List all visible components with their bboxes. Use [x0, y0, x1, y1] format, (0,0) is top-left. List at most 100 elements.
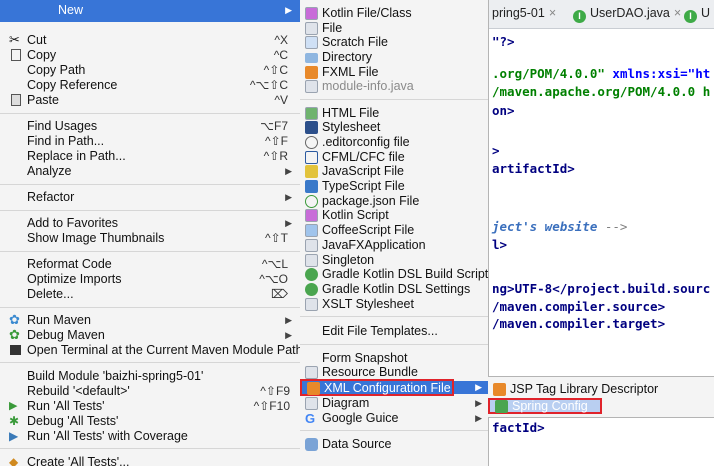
- menu-item-html-file[interactable]: HTML File: [300, 107, 488, 120]
- editorconfig-icon: [305, 136, 318, 149]
- tab-label: U: [701, 6, 711, 20]
- menu-item-label: Rebuild '<default>': [27, 384, 130, 398]
- package-json-icon: [305, 195, 318, 208]
- menu-item-build-module[interactable]: Build Module 'baizhi-spring5-01': [0, 369, 300, 384]
- menu-item-file[interactable]: File: [300, 22, 488, 35]
- fxml-file-icon: [305, 66, 318, 79]
- shortcut: ^⇧R: [263, 149, 288, 163]
- chevron-right-icon: ▶: [475, 413, 482, 423]
- menu-item-javascript-file[interactable]: JavaScript File: [300, 165, 488, 178]
- menu-item-stylesheet[interactable]: Stylesheet: [300, 121, 488, 134]
- menu-item-paste[interactable]: Paste ^V: [0, 93, 300, 108]
- menu-item-module-info[interactable]: module-info.java: [300, 80, 488, 93]
- menu-item-run-maven[interactable]: ✿ Run Maven ▶: [0, 313, 300, 328]
- menu-item-gradle-kotlin-build[interactable]: Gradle Kotlin DSL Build Script: [300, 268, 488, 281]
- menu-item-copy-reference[interactable]: Copy Reference ^⌥⇧C: [0, 78, 300, 93]
- menu-item-replace-in-path[interactable]: Replace in Path... ^⇧R: [0, 149, 300, 164]
- shortcut: ^X: [274, 33, 288, 47]
- xml-submenu-arrow[interactable]: ▶: [454, 381, 488, 394]
- tab-pom[interactable]: pring5-01 ×: [492, 6, 556, 20]
- menu-item-show-image-thumbnails[interactable]: Show Image Thumbnails ^⇧T: [0, 231, 300, 246]
- menu-item-label: Reformat Code: [27, 257, 112, 271]
- menu-item-label: Show Image Thumbnails: [27, 231, 165, 245]
- menu-item-resource-bundle[interactable]: Resource Bundle: [300, 366, 488, 379]
- menu-item-find-in-path[interactable]: Find in Path... ^⇧F: [0, 134, 300, 149]
- menu-item-fxml-file[interactable]: FXML File: [300, 66, 488, 79]
- interface-icon: I: [573, 10, 586, 23]
- menu-item-optimize-imports[interactable]: Optimize Imports ^⌥O: [0, 272, 300, 287]
- menu-item-add-to-favorites[interactable]: Add to Favorites ▶: [0, 216, 300, 231]
- menu-item-label: Analyze: [27, 164, 72, 178]
- menu-item-spring-config[interactable]: Spring Config: [488, 398, 602, 414]
- copy-icon: [11, 49, 21, 61]
- menu-item-create-all-tests[interactable]: ◆ Create 'All Tests'...: [0, 455, 300, 466]
- menu-item-scratch-file[interactable]: Scratch File: [300, 36, 488, 49]
- code-line: /maven.compiler.target>: [492, 316, 666, 331]
- cfml-file-icon: [305, 151, 318, 164]
- chevron-right-icon: ▶: [475, 382, 482, 392]
- editor-tab-bar: pring5-01 × I UserDAO.java × IU: [488, 0, 714, 29]
- menu-item-gradle-kotlin-settings[interactable]: Gradle Kotlin DSL Settings: [300, 283, 488, 296]
- menu-item-debug-all-tests[interactable]: ✱ Debug 'All Tests': [0, 414, 300, 429]
- menu-separator: [0, 362, 300, 363]
- menu-item-find-usages[interactable]: Find Usages ⌥F7: [0, 119, 300, 134]
- menu-item-new[interactable]: New ▶: [0, 0, 300, 22]
- code-line: artifactId>: [492, 161, 575, 176]
- tab-userdao[interactable]: I UserDAO.java ×: [573, 6, 681, 23]
- menu-item-debug-maven[interactable]: ✿ Debug Maven ▶: [0, 328, 300, 343]
- kotlin-file-icon: [305, 7, 318, 20]
- close-icon[interactable]: ×: [549, 6, 556, 20]
- menu-item-copy-path[interactable]: Copy Path ^⇧C: [0, 63, 300, 78]
- gear-icon: ✿: [9, 312, 20, 327]
- menu-item-directory[interactable]: Directory: [300, 51, 488, 64]
- menu-item-google-guice[interactable]: G Google Guice ▶: [300, 412, 488, 426]
- menu-item-copy[interactable]: Copy ^C: [0, 48, 300, 63]
- tab-u[interactable]: IU: [684, 6, 710, 23]
- menu-item-xml-configuration-file[interactable]: XML Configuration File: [300, 379, 454, 396]
- menu-separator: [0, 113, 300, 114]
- menu-item-refactor[interactable]: Refactor ▶: [0, 190, 300, 205]
- code-line: "?>: [492, 34, 515, 49]
- menu-item-data-source[interactable]: Data Source: [300, 438, 488, 451]
- code-line: l>: [492, 237, 508, 252]
- shortcut: ^⇧F9: [260, 384, 290, 398]
- menu-item-editorconfig[interactable]: .editorconfig file: [300, 136, 488, 149]
- menu-item-kotlin-file[interactable]: Kotlin File/Class: [300, 7, 488, 20]
- menu-item-form-snapshot[interactable]: Form Snapshot: [300, 352, 488, 365]
- menu-item-cfml-file[interactable]: CFML/CFC file: [300, 151, 488, 164]
- menu-item-label: Run 'All Tests': [27, 399, 105, 413]
- menu-item-cut[interactable]: ✂ Cut ^X: [0, 33, 300, 48]
- coffeescript-file-icon: [305, 224, 318, 237]
- menu-item-run-with-coverage[interactable]: ▶ Run 'All Tests' with Coverage: [0, 429, 300, 444]
- menu-separator: [300, 99, 488, 100]
- menu-item-label: Refactor: [27, 190, 75, 204]
- java-file-icon: [305, 254, 318, 267]
- code-line: ject's website -->: [492, 219, 628, 234]
- menu-item-delete[interactable]: Delete... ⌦: [0, 287, 300, 302]
- menu-separator: [0, 251, 300, 252]
- menu-item-label: Copy: [27, 48, 57, 62]
- menu-item-label: Add to Favorites: [27, 216, 119, 230]
- menu-item-typescript-file[interactable]: TypeScript File: [300, 180, 488, 193]
- menu-item-javafx-application[interactable]: JavaFXApplication: [300, 239, 488, 252]
- menu-item-open-terminal[interactable]: Open Terminal at the Current Maven Modul…: [0, 343, 303, 358]
- xml-configuration-submenu: JSP Tag Library Descriptor Spring Config: [488, 376, 714, 418]
- shortcut: ^⌥O: [259, 272, 288, 286]
- menu-item-diagram[interactable]: Diagram ▶: [300, 397, 488, 410]
- javascript-file-icon: [305, 165, 318, 178]
- menu-separator: [300, 344, 488, 345]
- menu-item-edit-file-templates[interactable]: Edit File Templates...: [300, 325, 488, 338]
- menu-item-kotlin-script[interactable]: Kotlin Script: [300, 209, 488, 222]
- menu-item-jsp-tag-library[interactable]: JSP Tag Library Descriptor: [488, 383, 714, 396]
- menu-item-rebuild[interactable]: Rebuild '<default>' ^⇧F9: [0, 384, 300, 399]
- menu-item-reformat-code[interactable]: Reformat Code ^⌥L: [0, 257, 300, 272]
- menu-item-run-all-tests[interactable]: ▶ Run 'All Tests' ^⇧F10: [0, 399, 300, 414]
- code-line: /maven.compiler.source>: [492, 299, 666, 314]
- menu-item-singleton[interactable]: Singleton: [300, 254, 488, 267]
- menu-item-coffeescript[interactable]: CoffeeScript File: [300, 224, 488, 237]
- menu-item-xslt-stylesheet[interactable]: XSLT Stylesheet: [300, 298, 488, 311]
- close-icon[interactable]: ×: [674, 6, 681, 20]
- menu-item-package-json[interactable]: package.json File: [300, 195, 488, 208]
- menu-item-analyze[interactable]: Analyze ▶: [0, 164, 300, 179]
- menu-separator: [0, 210, 300, 211]
